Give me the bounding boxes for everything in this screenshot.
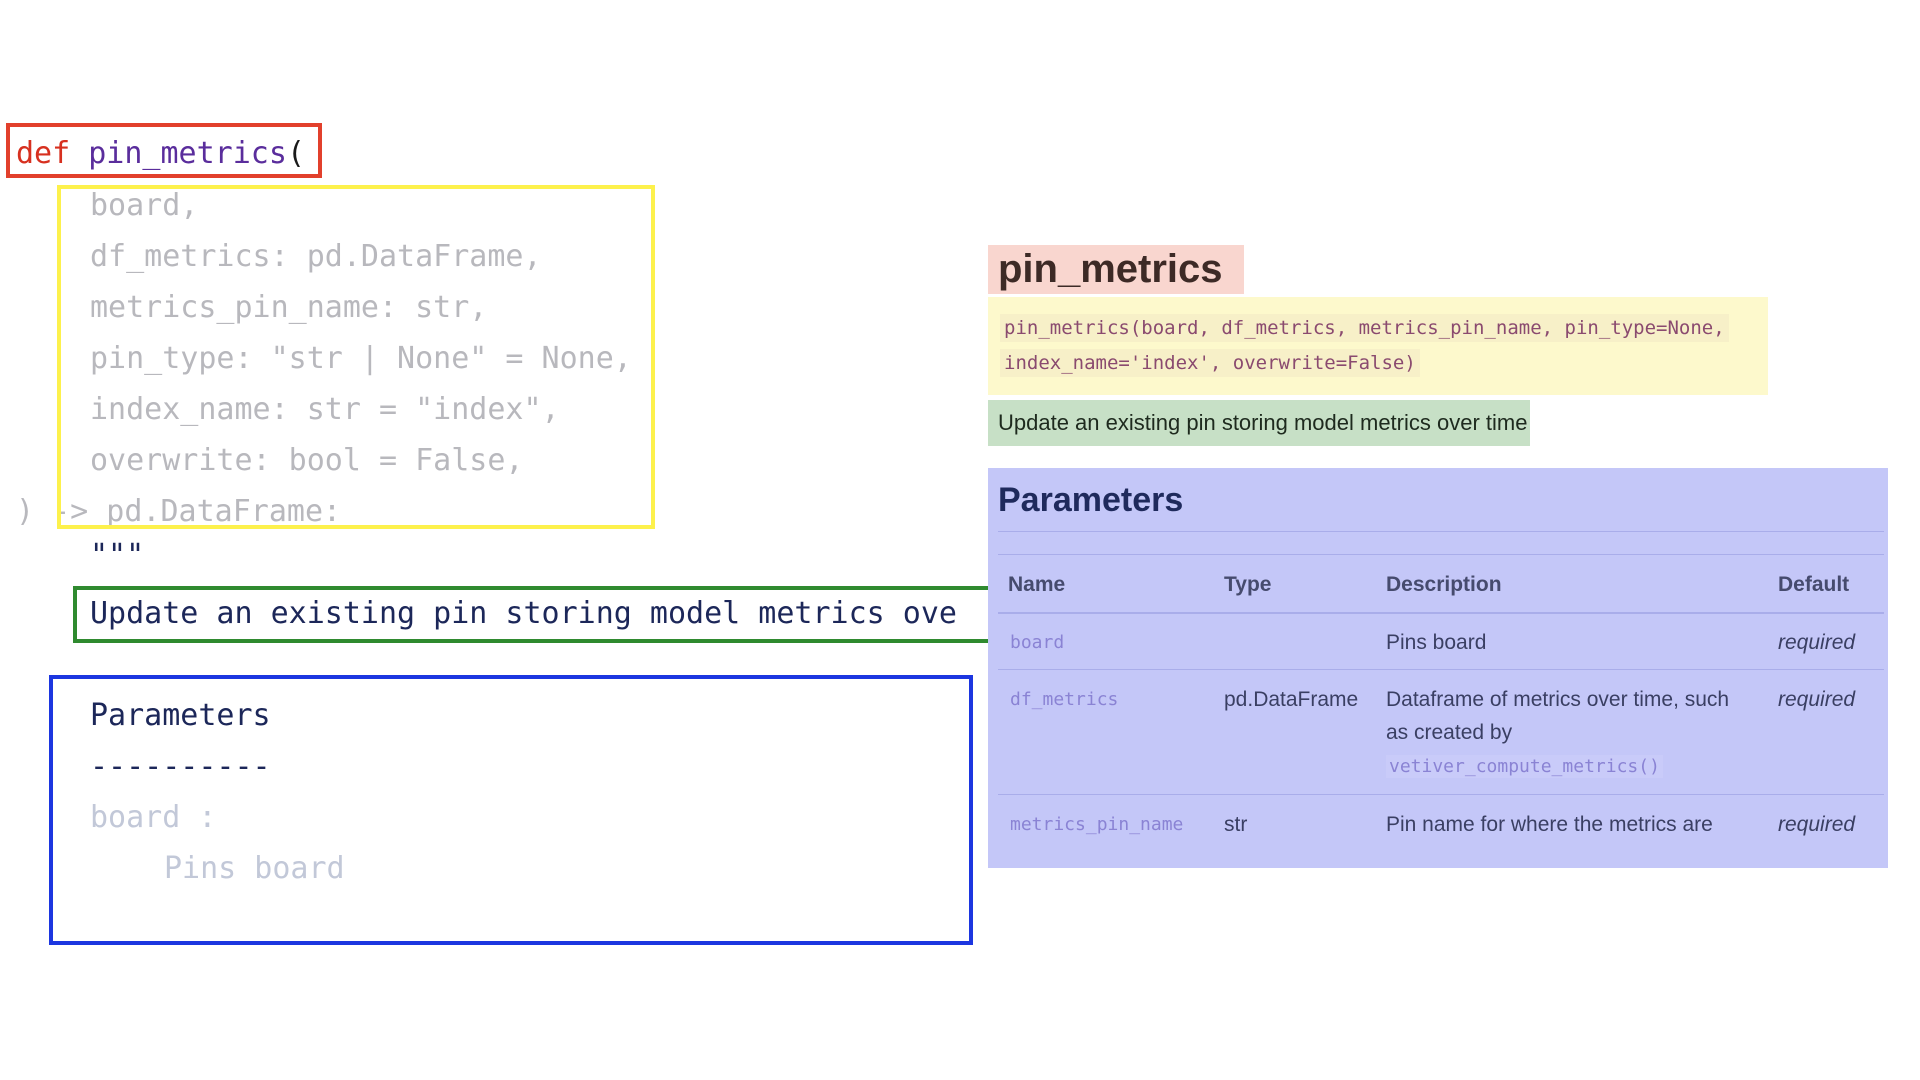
parameters-heading: Parameters bbox=[998, 481, 1184, 519]
param-default-df-metrics: required bbox=[1778, 688, 1856, 711]
param-name-metrics-pin-name: metrics_pin_name bbox=[1010, 814, 1184, 835]
highlight-box-summary bbox=[73, 586, 989, 643]
doc-title: pin_metrics bbox=[988, 245, 1244, 294]
highlight-box-signature bbox=[57, 185, 655, 529]
param-desc-metrics-pin-name: Pin name for where the metrics are bbox=[1386, 813, 1713, 836]
column-header-default: Default bbox=[1778, 573, 1850, 596]
signature-line-1: pin_metrics(board, df_metrics, metrics_p… bbox=[1000, 314, 1729, 342]
param-desc-board: Pins board bbox=[1386, 631, 1487, 654]
column-header-name: Name bbox=[1008, 573, 1066, 596]
doc-parameters-section: Parameters Name Type Description Default… bbox=[988, 468, 1888, 868]
table-top-divider bbox=[998, 554, 1884, 555]
heading-divider bbox=[998, 531, 1884, 532]
param-default-metrics-pin-name: required bbox=[1778, 813, 1856, 836]
row-divider bbox=[998, 669, 1884, 670]
param-desc-df-metrics: Dataframe of metrics over time, such as … bbox=[1386, 683, 1756, 783]
param-name-df-metrics: df_metrics bbox=[1010, 689, 1119, 710]
param-desc-df-metrics-text: Dataframe of metrics over time, such as … bbox=[1386, 688, 1730, 744]
header-divider bbox=[998, 612, 1884, 614]
doc-summary: Update an existing pin storing model met… bbox=[988, 400, 1530, 446]
param-default-board: required bbox=[1778, 631, 1856, 654]
row-divider bbox=[998, 794, 1884, 795]
param-type-df-metrics: pd.DataFrame bbox=[1224, 688, 1359, 711]
param-name-board: board bbox=[1010, 632, 1065, 653]
column-header-description: Description bbox=[1386, 573, 1502, 596]
docstring-quotes: """ bbox=[90, 538, 145, 573]
signature-line-2: index_name='index', overwrite=False) bbox=[1000, 349, 1420, 377]
column-header-type: Type bbox=[1224, 573, 1272, 596]
param-type-metrics-pin-name: str bbox=[1224, 813, 1248, 836]
param-desc-df-metrics-code: vetiver_compute_metrics() bbox=[1386, 755, 1663, 778]
doc-signature: pin_metrics(board, df_metrics, metrics_p… bbox=[988, 297, 1768, 395]
highlight-box-name bbox=[6, 123, 322, 178]
highlight-box-parameters bbox=[49, 675, 973, 945]
